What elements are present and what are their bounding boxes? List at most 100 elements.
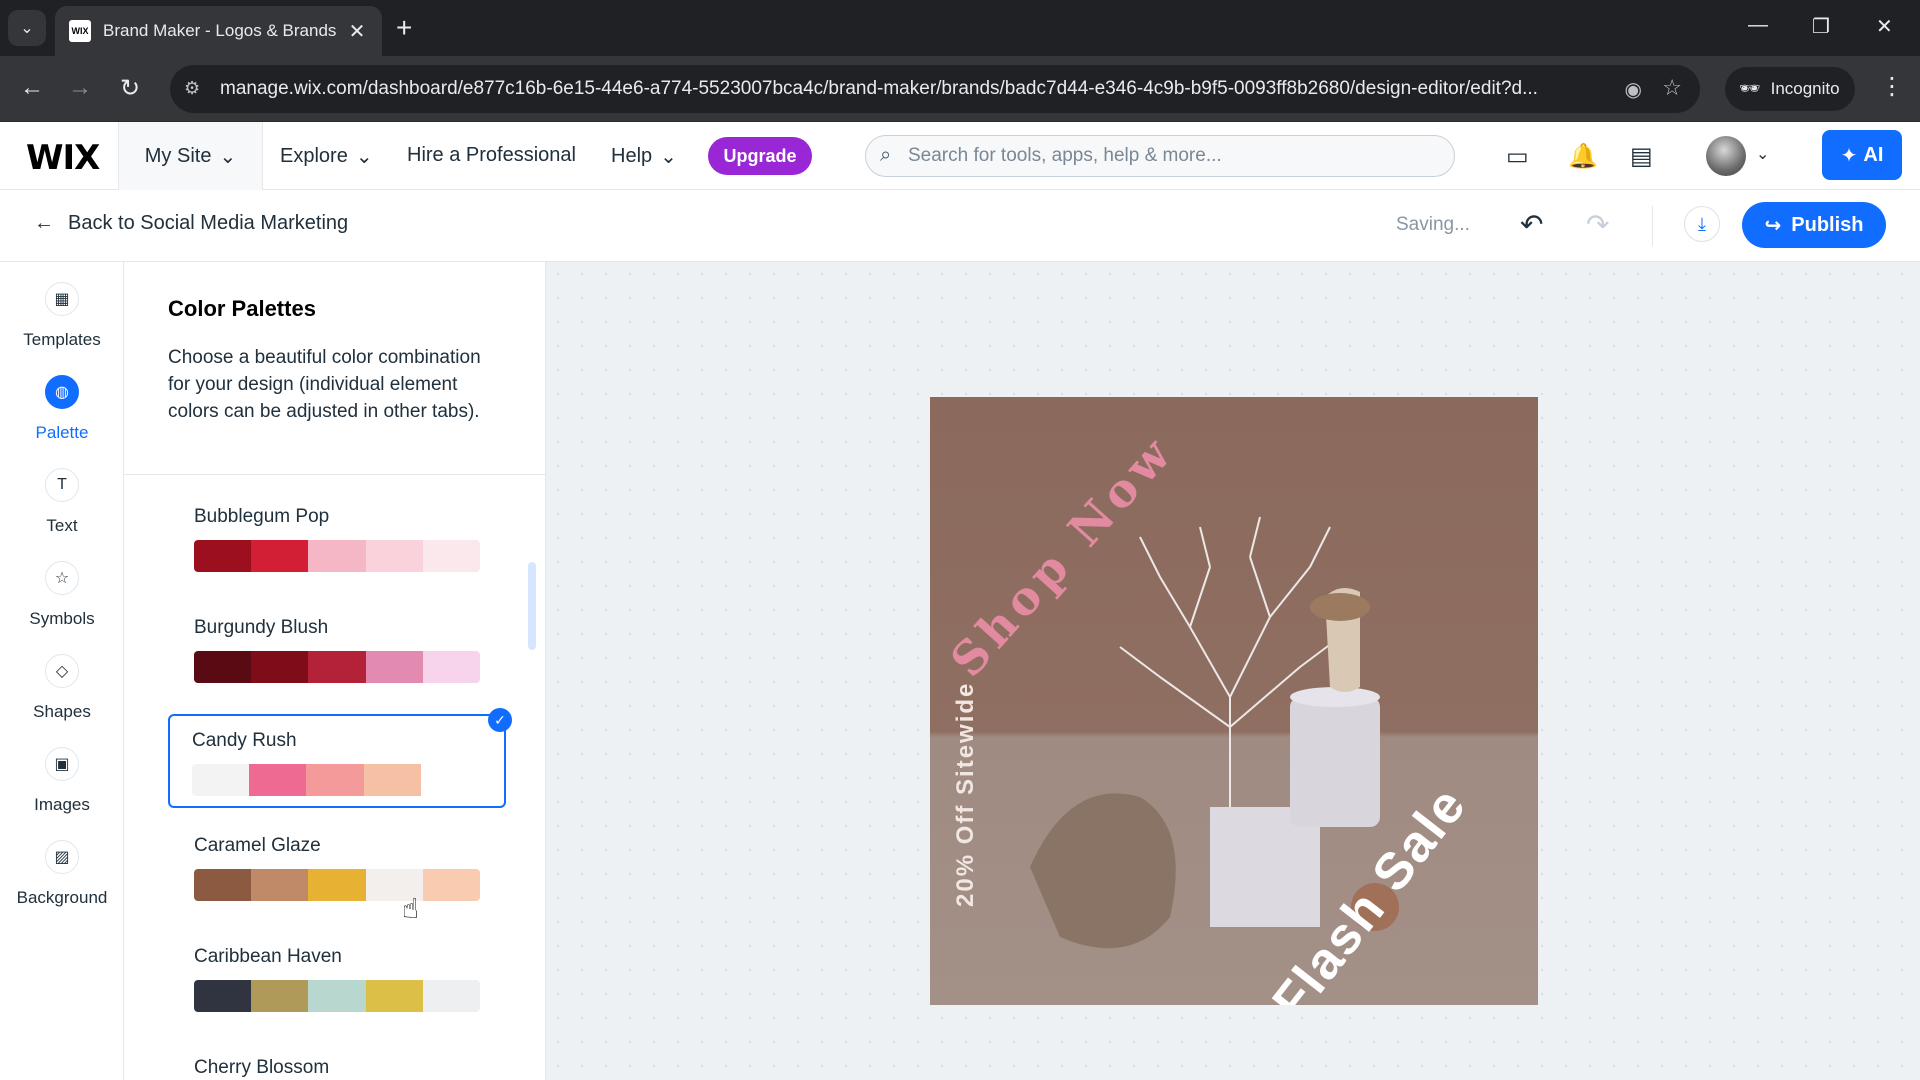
my-site-label: My Site: [144, 144, 212, 167]
color-swatch: [363, 764, 421, 796]
palette-option-selected[interactable]: ✓ Candy Rush: [168, 708, 512, 808]
new-tab-plus-icon[interactable]: +: [396, 14, 412, 42]
redo-icon[interactable]: ↷: [1586, 208, 1609, 241]
back-to-social-link[interactable]: ← Back to Social Media Marketing: [34, 212, 348, 235]
wix-top-bar: WIX My Site ⌄ Explore ⌄ Hire a Professio…: [0, 122, 1920, 190]
palette-option[interactable]: Bubblegum Pop: [194, 506, 484, 572]
ai-label: AI: [1863, 143, 1884, 166]
avatar[interactable]: [1706, 136, 1746, 176]
incognito-badge[interactable]: 🕶 Incognito: [1725, 67, 1855, 111]
design-canvas[interactable]: Shop Now 20% Off Sitewide Flash Sale: [546, 262, 1920, 1080]
vase-top: [1290, 687, 1380, 707]
wix-favicon-icon: WIX: [69, 20, 91, 42]
hire-label: Hire a Professional: [407, 144, 576, 166]
palette-option[interactable]: Burgundy Blush: [194, 617, 484, 683]
explore-menu[interactable]: Explore ⌄: [280, 144, 373, 169]
color-swatch: [420, 764, 478, 796]
image-icon: ▣: [45, 747, 79, 781]
publish-label: Publish: [1791, 213, 1864, 236]
background-icon: ▨: [45, 840, 79, 874]
chat-icon[interactable]: ▭: [1506, 142, 1529, 171]
restore-window-icon[interactable]: ❐: [1812, 14, 1830, 39]
mouse-pointer-icon: ☝: [402, 893, 420, 924]
back-label: Back to Social Media Marketing: [68, 212, 349, 234]
explore-label: Explore: [280, 145, 348, 167]
address-bar[interactable]: ⚙ manage.wix.com/dashboard/e877c16b-6e15…: [170, 65, 1700, 113]
browser-menu-icon[interactable]: ⋮: [1880, 72, 1904, 101]
palette-name: Candy Rush: [192, 730, 297, 751]
rail-item-background[interactable]: ▨ Background: [0, 840, 124, 908]
color-swatch: [365, 540, 423, 572]
tab-list-chevron-icon[interactable]: ⌄: [8, 10, 46, 46]
share-arrow-icon: ↪: [1764, 214, 1782, 237]
rail-label: Shapes: [33, 702, 91, 721]
palette-option[interactable]: Cherry Blossom: [194, 1057, 484, 1080]
rail-item-images[interactable]: ▣ Images: [0, 747, 124, 815]
minimize-icon[interactable]: —: [1748, 14, 1768, 37]
offer-text[interactable]: 20% Off Sitewide: [952, 682, 980, 907]
reload-icon[interactable]: ↻: [120, 74, 140, 103]
hire-professional-link[interactable]: Hire a Professional: [407, 144, 576, 167]
rail-item-shapes[interactable]: ◇ Shapes: [0, 654, 124, 722]
color-swatch: [422, 651, 480, 683]
undo-icon[interactable]: ↶: [1520, 208, 1543, 241]
text-icon: T: [45, 468, 79, 502]
color-palettes-panel: Color Palettes Choose a beautiful color …: [124, 262, 546, 1080]
tab-title: Brand Maker - Logos & Brands: [103, 21, 337, 40]
rail-item-text[interactable]: T Text: [0, 468, 124, 536]
editor-toolbar: ← Back to Social Media Marketing Saving.…: [0, 190, 1920, 262]
chevron-down-icon: ⌄: [355, 146, 373, 168]
rail-label: Symbols: [29, 609, 95, 628]
palette-name: Caramel Glaze: [194, 835, 321, 856]
rail-label: Text: [46, 516, 78, 535]
upgrade-button[interactable]: Upgrade: [708, 137, 812, 175]
rail-label: Background: [16, 888, 108, 907]
color-swatch: [308, 980, 366, 1012]
panel-divider: [124, 474, 545, 475]
browser-tab[interactable]: WIX Brand Maker - Logos & Brands ✕: [55, 6, 382, 56]
color-swatch: [365, 651, 423, 683]
close-window-icon[interactable]: ✕: [1876, 14, 1893, 39]
tracking-protection-eye-icon[interactable]: ◉: [1625, 77, 1642, 102]
chevron-down-icon: ⌄: [219, 145, 237, 168]
palette-option[interactable]: Caribbean Haven: [194, 946, 484, 1012]
wix-logo[interactable]: WIX: [26, 138, 100, 178]
site-settings-icon[interactable]: ⚙: [184, 78, 206, 100]
ai-assistant-button[interactable]: ✦ AI: [1822, 130, 1902, 180]
sparkle-icon: ✦: [1840, 144, 1858, 167]
chevron-down-icon: ⌄: [660, 146, 677, 168]
palette-swatches: [194, 980, 480, 1012]
rail-item-symbols[interactable]: ☆ Symbols: [0, 561, 124, 629]
bookmark-star-icon[interactable]: ☆: [1662, 75, 1682, 101]
palette-swatches: [194, 540, 480, 572]
back-arrow-icon[interactable]: ←: [20, 74, 44, 102]
notifications-bell-icon[interactable]: 🔔: [1568, 142, 1598, 171]
rail-item-templates[interactable]: ▦ Templates: [0, 282, 124, 350]
search-input[interactable]: ⌕ Search for tools, apps, help & more...: [865, 135, 1455, 177]
cylinder-vase: [1290, 697, 1380, 827]
download-icon[interactable]: ⤓: [1684, 206, 1720, 242]
rail-item-palette[interactable]: ◍ Palette: [0, 375, 124, 443]
color-swatch: [365, 980, 423, 1012]
color-swatch: [306, 764, 364, 796]
forward-arrow-icon[interactable]: →: [68, 74, 92, 102]
help-label: Help: [611, 145, 653, 167]
publish-button[interactable]: ↪ Publish: [1742, 202, 1886, 248]
chevron-down-icon[interactable]: ⌄: [1756, 144, 1769, 164]
palette-icon: ◍: [45, 375, 79, 409]
close-tab-icon[interactable]: ✕: [346, 19, 368, 44]
product-photo-illustration: [1030, 516, 1399, 949]
palette-option[interactable]: Caramel Glaze: [194, 835, 484, 901]
color-swatch: [422, 540, 480, 572]
rock: [1030, 793, 1176, 949]
news-feed-icon[interactable]: ▤: [1630, 142, 1653, 171]
help-menu[interactable]: Help ⌄: [611, 144, 677, 169]
color-swatch: [422, 869, 480, 901]
palette-swatches: [192, 764, 478, 796]
color-swatch: [249, 764, 307, 796]
incognito-icon: 🕶: [1739, 79, 1761, 98]
artboard[interactable]: Shop Now 20% Off Sitewide Flash Sale: [930, 397, 1538, 1005]
panel-scrollbar[interactable]: [528, 562, 536, 650]
star-icon: ☆: [45, 561, 79, 595]
my-site-dropdown[interactable]: My Site ⌄: [118, 122, 263, 190]
